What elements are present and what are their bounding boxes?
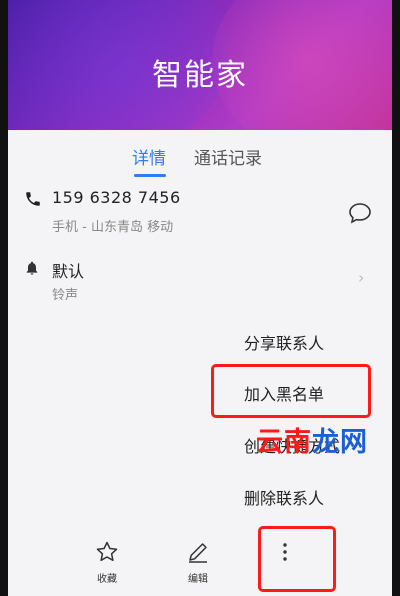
device-bezel-left [0, 0, 8, 596]
watermark-part-2: 龙网 [312, 427, 368, 458]
phone-number: 159 6328 7456 [52, 188, 181, 207]
ringtone-label: 铃声 [52, 288, 79, 303]
edit-label: 编辑 [188, 574, 208, 585]
watermark: 云南龙网 [256, 420, 368, 459]
tab-details[interactable]: 详情 [132, 144, 166, 169]
highlight-box-more [258, 526, 336, 592]
device-bezel-right [392, 0, 400, 596]
menu-item-delete-contact[interactable]: 删除联系人 [244, 485, 324, 509]
contact-detail-panel: 详情 通话记录 159 6328 7456 手机 - 山东青岛 移动 默认 铃声… [8, 130, 392, 596]
pencil-icon [189, 543, 207, 563]
bell-icon [26, 261, 38, 275]
favorite-button[interactable]: 收藏 [77, 540, 137, 585]
phone-number-row[interactable]: 159 6328 7456 手机 - 山东青岛 移动 [8, 188, 392, 244]
contact-name: 智能家 [152, 58, 248, 93]
menu-item-share-contact[interactable]: 分享联系人 [244, 330, 324, 354]
highlight-box-blacklist [211, 364, 371, 418]
ringtone-row[interactable]: 默认 铃声 › [8, 258, 392, 308]
active-tab-indicator [134, 174, 166, 177]
phone-type-location: 手机 - 山东青岛 移动 [52, 220, 174, 235]
tab-bar: 详情 通话记录 [8, 140, 392, 180]
phone-icon [26, 192, 40, 206]
ringtone-title: 默认 [52, 262, 85, 281]
tab-call-log[interactable]: 通话记录 [194, 144, 262, 169]
contact-header: 智能家 [8, 0, 392, 130]
chevron-right-icon: › [358, 268, 365, 287]
star-icon [96, 541, 118, 562]
favorite-label: 收藏 [97, 574, 117, 585]
phone-screen: 智能家 详情 通话记录 159 6328 7456 手机 - 山东青岛 移动 默… [0, 0, 400, 596]
message-bubble-icon[interactable] [348, 202, 372, 224]
watermark-part-1: 云南 [256, 427, 312, 458]
edit-button[interactable]: 编辑 [168, 540, 228, 585]
